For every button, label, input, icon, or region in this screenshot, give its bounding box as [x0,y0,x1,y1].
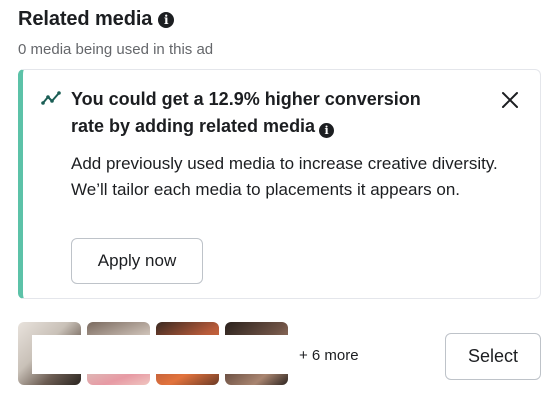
related-media-header: Related media i 0 media being used in th… [18,8,213,58]
thumbnail-overlay [32,335,288,374]
section-subtitle: 0 media being used in this ad [18,41,214,58]
info-icon[interactable]: i [319,123,335,138]
section-title: Related media [18,8,153,30]
title-row: Related media i [18,8,213,31]
suggestion-headline-text: You could get a 12.9% higher conversion … [71,89,421,136]
trend-sparkle-icon [41,90,63,111]
suggestion-headline: You could get a 12.9% higher conversion … [71,86,451,140]
select-button[interactable]: Select [445,333,541,380]
apply-now-button[interactable]: Apply now [71,238,203,284]
close-icon[interactable] [498,88,522,112]
media-thumbnails [18,322,288,385]
suggestion-card: You could get a 12.9% higher conversion … [18,69,541,299]
info-icon[interactable]: i [158,11,175,28]
suggestion-body: Add previously used media to increase cr… [71,154,498,199]
more-media-count: + 6 more [299,347,359,364]
